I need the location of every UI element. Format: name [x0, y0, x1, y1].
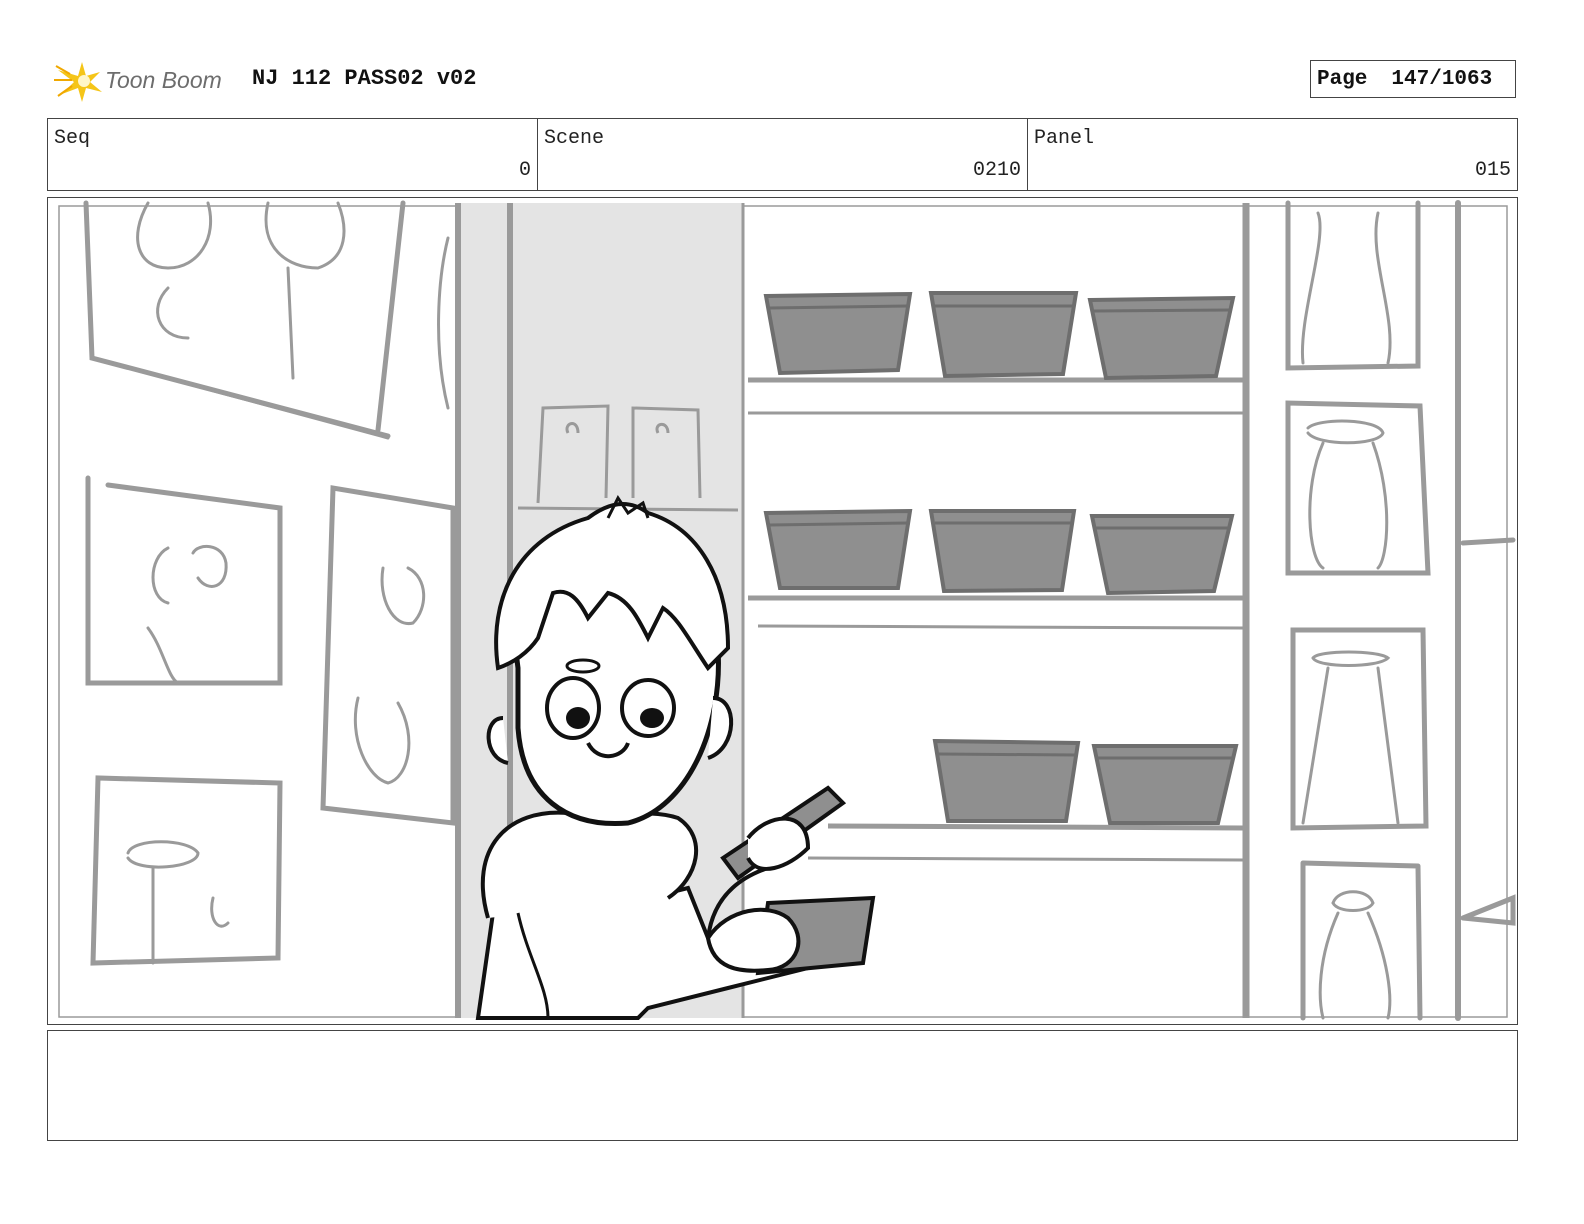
seq-label: Seq [54, 127, 91, 150]
scene-cell: Scene 0210 [538, 119, 1028, 190]
document-title: NJ 112 PASS02 v02 [252, 66, 477, 91]
logo-star-icon [54, 62, 102, 102]
scene-label: Scene [544, 127, 605, 150]
panel-cell: Panel 015 [1028, 119, 1517, 190]
wall-pictures [83, 200, 456, 966]
toon-boom-logo: Toon Boom [52, 52, 237, 108]
vase-displays [1285, 200, 1516, 1021]
logo-wordmark: Toon Boom [105, 67, 222, 93]
storyboard-page: Toon Boom NJ 112 PASS02 v02 Page 147/1063… [0, 0, 1584, 1224]
seq-cell: Seq 0 [48, 119, 538, 190]
shot-info-row: Seq 0 Scene 0210 Panel 015 [47, 118, 1518, 191]
panel-value: 015 [1474, 159, 1511, 182]
scene-value: 0210 [972, 159, 1021, 182]
bowls [763, 291, 1239, 825]
seq-value: 0 [518, 159, 531, 182]
page-label: Page [1317, 67, 1368, 91]
page-counter: Page 147/1063 [1310, 60, 1516, 98]
storyboard-panel [47, 197, 1518, 1025]
panel-label: Panel [1034, 127, 1095, 150]
page-number: 147/1063 [1391, 67, 1493, 91]
notes-box [47, 1030, 1518, 1141]
panel-sketch [58, 200, 1516, 1021]
